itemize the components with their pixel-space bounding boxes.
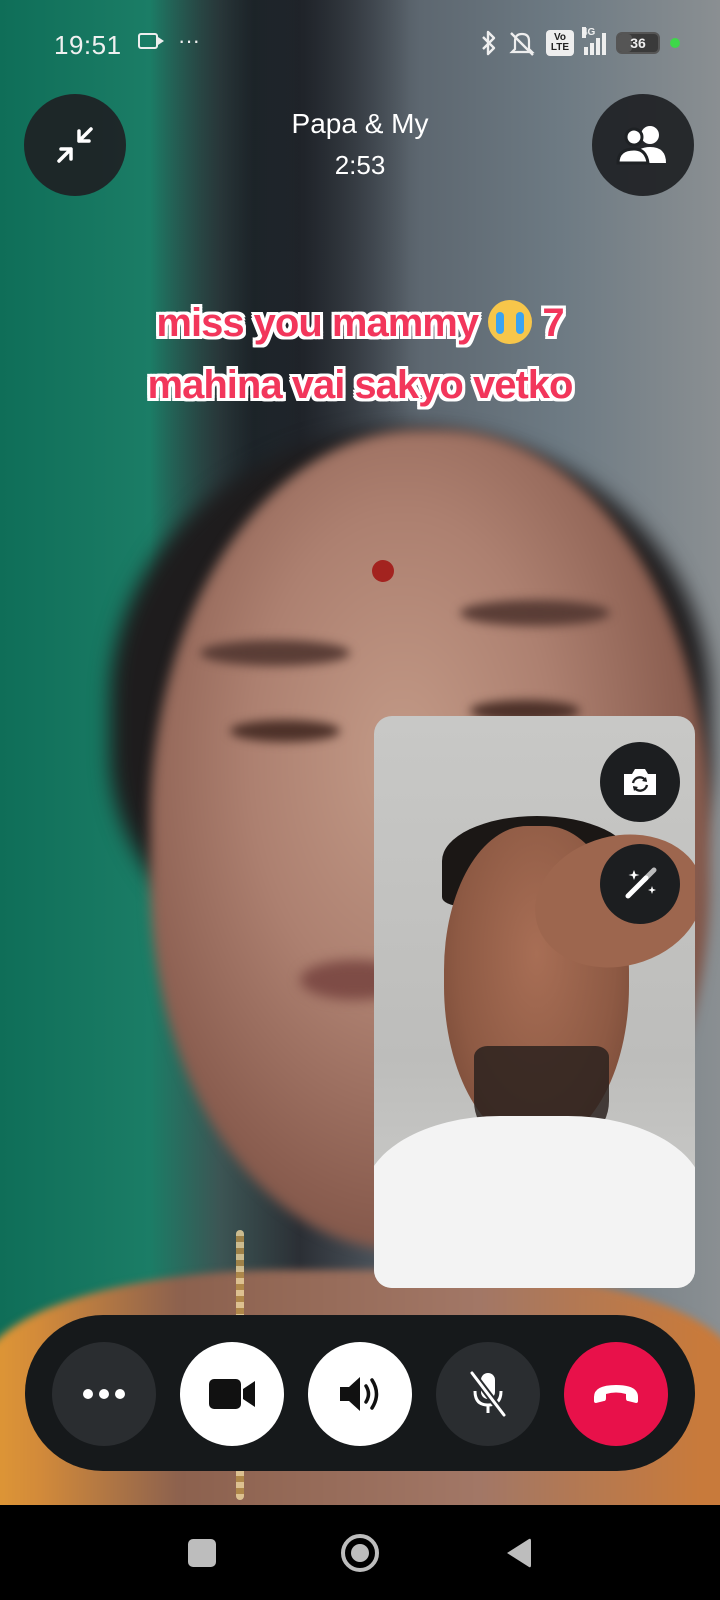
more-dots-icon — [83, 1389, 125, 1399]
video-camera-icon — [138, 33, 164, 49]
mic-off-icon — [469, 1370, 507, 1418]
speaker-toggle-button[interactable] — [308, 1342, 412, 1446]
participants-button[interactable] — [592, 94, 694, 196]
speaker-icon — [340, 1377, 379, 1411]
bluetooth-icon — [482, 30, 496, 56]
home-circle-icon — [341, 1533, 379, 1572]
call-timer: 2:53 — [334, 150, 386, 180]
status-time: 19:51 — [54, 30, 122, 60]
mute-bell-icon — [509, 32, 535, 56]
battery-level: 36 — [630, 35, 646, 51]
video-toggle-button[interactable] — [180, 1342, 284, 1446]
flip-camera-icon — [624, 769, 656, 795]
navigation-bar — [0, 1505, 720, 1600]
signal-4g-icon: 4G — [582, 27, 606, 55]
effects-button[interactable] — [600, 844, 680, 924]
caption-line1-number: 7 — [542, 301, 564, 345]
call-title: Papa & My — [291, 108, 429, 139]
end-call-button[interactable] — [564, 1342, 668, 1446]
volte-icon: Vo LTE — [546, 30, 574, 56]
more-options-button[interactable] — [52, 1342, 156, 1446]
remote-brow-right — [460, 600, 610, 626]
self-view-pip[interactable] — [374, 716, 695, 1288]
home-button[interactable] — [315, 1505, 405, 1600]
back-triangle-icon — [507, 1538, 531, 1567]
bindi — [372, 560, 394, 582]
loudly-crying-face-icon — [488, 300, 533, 344]
caption-line1-text: miss you mammy — [156, 301, 479, 345]
hang-up-icon — [594, 1385, 638, 1403]
minimize-arrows-icon — [57, 127, 93, 163]
remote-eye-left — [230, 720, 340, 742]
more-notifications-icon: ··· — [178, 28, 200, 53]
video-caption: miss you mammy 7 mahina vai sakyo vetko — [90, 292, 630, 416]
magic-wand-icon — [625, 867, 657, 899]
back-button[interactable] — [473, 1505, 563, 1600]
battery-icon: 36 — [616, 32, 660, 54]
minimize-button[interactable] — [24, 94, 126, 196]
participants-icon — [616, 126, 666, 165]
network-type-label: 4G — [582, 27, 596, 38]
remote-brow-left — [200, 640, 350, 666]
mute-toggle-button[interactable] — [436, 1342, 540, 1446]
status-bar: 19:51 ··· Vo LTE 4G 36 — [0, 0, 720, 90]
call-control-bar — [25, 1315, 695, 1471]
caption-line2-text: mahina vai sakyo vetko — [147, 363, 574, 407]
flip-camera-button[interactable] — [600, 742, 680, 822]
video-camera-icon — [209, 1379, 255, 1409]
recents-square-icon — [188, 1538, 216, 1567]
recents-button[interactable] — [157, 1505, 247, 1600]
privacy-indicator-dot — [670, 38, 680, 48]
self-shirt — [374, 1116, 695, 1288]
